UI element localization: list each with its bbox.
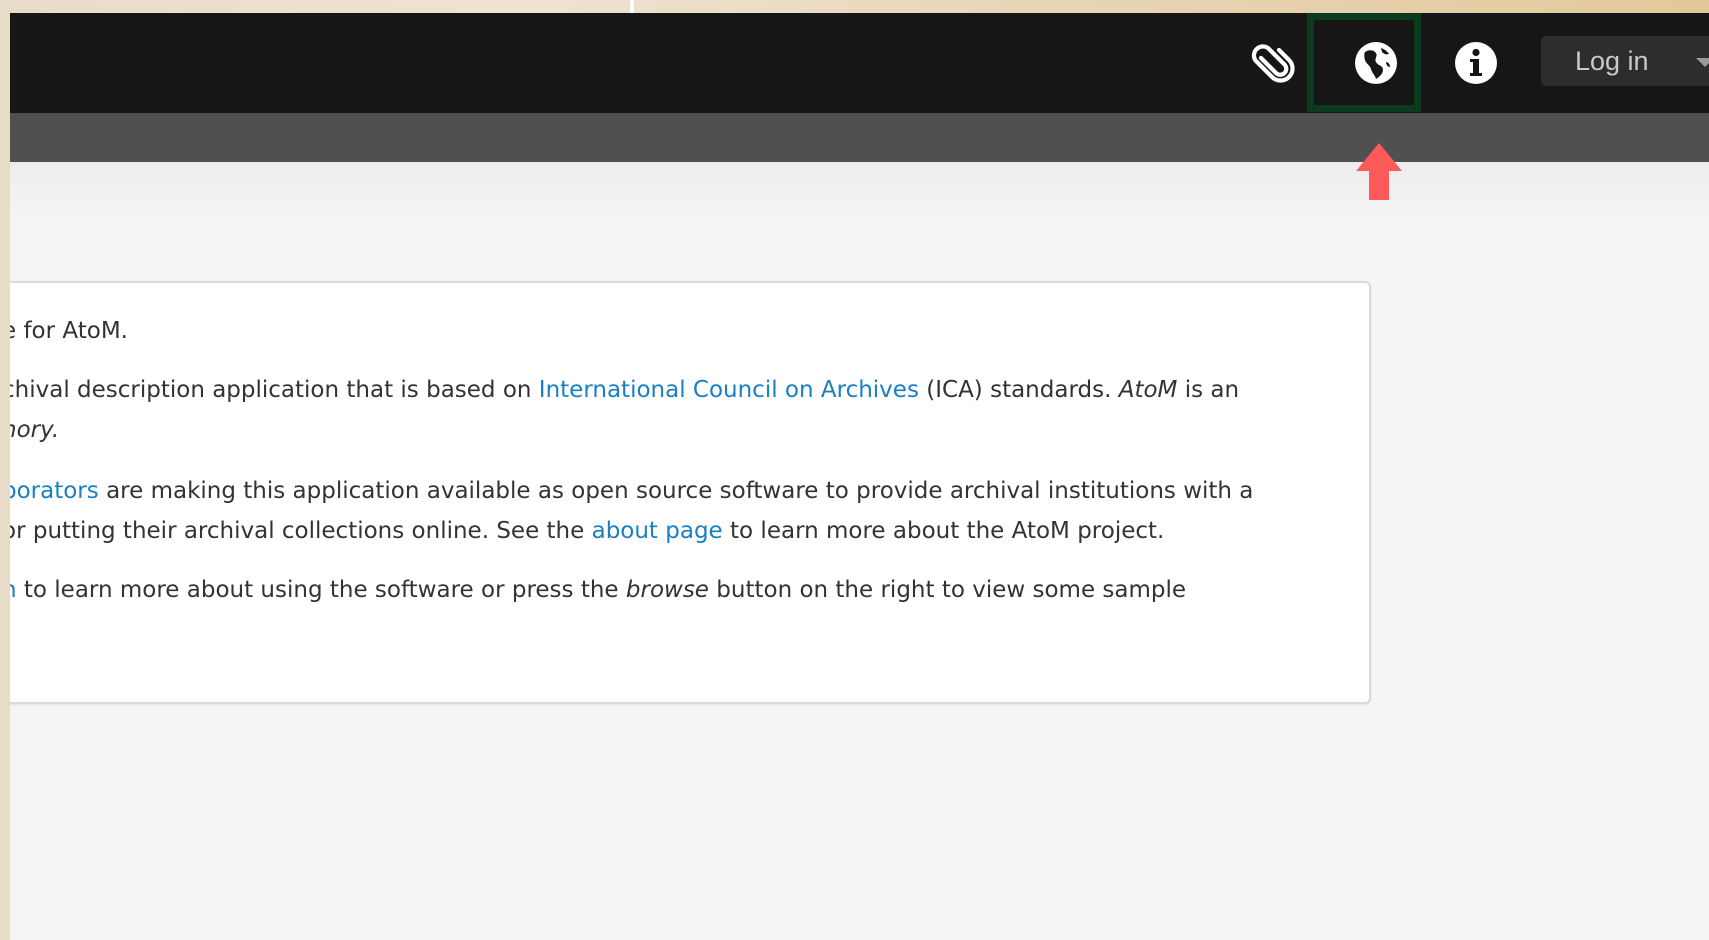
paragraph-4-text-a: to learn more about using the software o… — [16, 577, 626, 603]
paragraph-4-text-b: button on the right to view some sample — [708, 577, 1187, 603]
login-label: Log in — [1575, 45, 1649, 76]
clipboard-button[interactable] — [1246, 35, 1302, 91]
app-window: Log in e for AtoM. chival description ap… — [10, 13, 1709, 940]
sub-navbar — [10, 113, 1709, 162]
paragraph-3-line-1: borators are making this application ava… — [10, 476, 1253, 506]
atom-emphasis: AtoM — [1118, 377, 1178, 403]
paragraph-2-text-a: chival description application that is b… — [10, 377, 539, 403]
paragraph-2-line-2: nory. — [10, 415, 59, 445]
paragraph-2-text-d: nory. — [10, 417, 60, 443]
paragraph-3-line-2: or putting their archival collections on… — [10, 516, 1164, 546]
browse-emphasis: browse — [625, 577, 709, 603]
paragraph-2-text-c: is an — [1177, 377, 1240, 403]
about-page-link[interactable]: about page — [592, 518, 723, 544]
red-arrow-icon — [1356, 143, 1402, 200]
ica-link[interactable]: International Council on Archives — [539, 377, 919, 403]
paragraph-3-text-b: or putting their archival collections on… — [10, 518, 592, 544]
paragraph-2-line-1: chival description application that is b… — [10, 375, 1239, 405]
paragraph-2-text-b: (ICA) standards. — [918, 377, 1119, 403]
paragraph-1: e for AtoM. — [10, 316, 128, 346]
highlight-box — [1307, 13, 1421, 112]
collaborators-link[interactable]: borators — [10, 478, 99, 504]
paperclip-icon — [1251, 44, 1295, 83]
info-icon — [1455, 42, 1497, 84]
paragraph-1-text: e for AtoM. — [10, 318, 128, 344]
top-navbar: Log in — [10, 13, 1709, 113]
paragraph-4-line-1: n to learn more about using the software… — [10, 575, 1186, 605]
login-button[interactable]: Log in — [1541, 36, 1709, 86]
chevron-down-icon — [1696, 58, 1709, 67]
paragraph-3-text-a: are making this application available as… — [98, 478, 1254, 504]
intro-panel: e for AtoM. chival description applicati… — [10, 281, 1371, 704]
background-divider — [630, 0, 634, 14]
paragraph-3-text-c: to learn more about the AtoM project. — [722, 518, 1165, 544]
info-button[interactable] — [1448, 35, 1504, 91]
sub-navbar-shadow — [10, 162, 1709, 222]
documentation-link[interactable]: n — [10, 577, 17, 603]
